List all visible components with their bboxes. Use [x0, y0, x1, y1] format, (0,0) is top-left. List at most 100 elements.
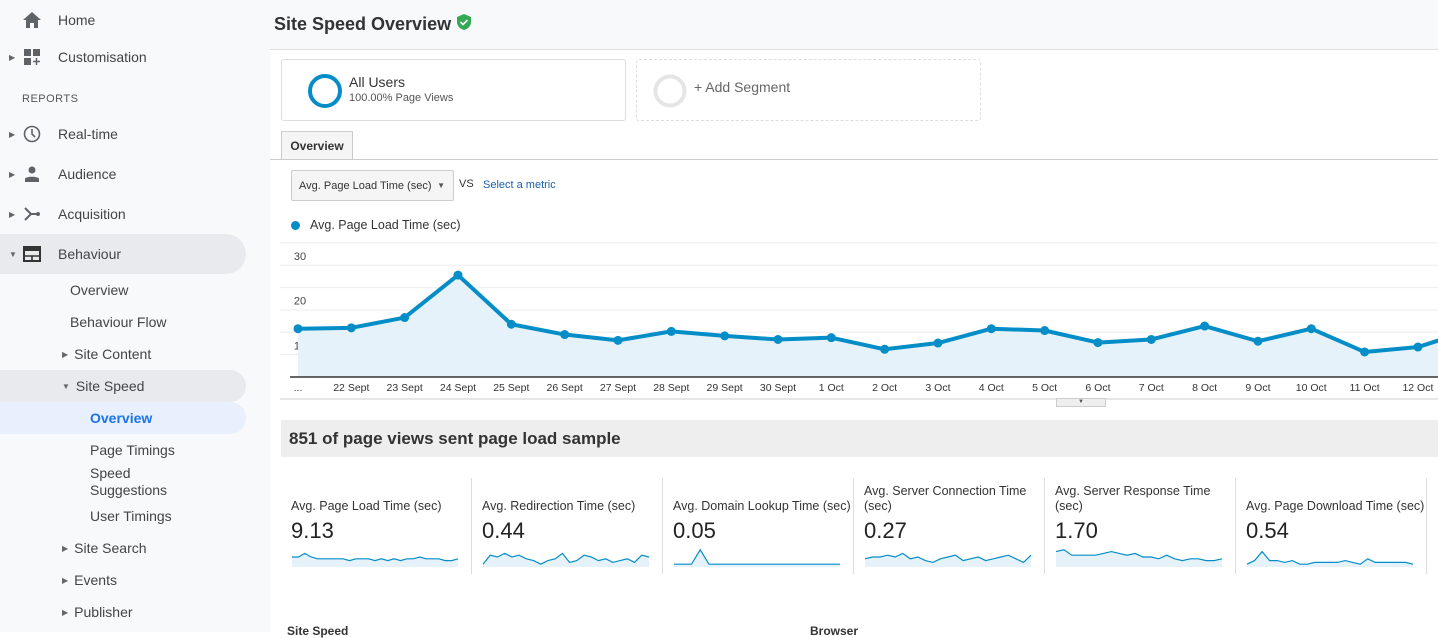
x-tick-label: 4 Oct	[979, 382, 1004, 394]
sidebar-item-speed-suggestions[interactable]: Speed Suggestions	[0, 465, 180, 498]
x-tick-label: 23 Sept	[387, 382, 423, 394]
sidebar-item-home[interactable]: Home	[0, 0, 246, 40]
sidebar-item-behaviour-overview[interactable]: Overview	[0, 274, 246, 306]
expand-arrow-icon: ▶	[62, 349, 69, 359]
metric-select[interactable]: Avg. Page Load Time (sec) ▼	[291, 170, 454, 201]
sidebar-item-events[interactable]: ▶ Events	[0, 564, 246, 596]
data-point	[453, 270, 463, 280]
x-tick-label: 2 Oct	[872, 382, 897, 394]
sparkline	[1055, 549, 1223, 567]
sparkline	[864, 552, 1032, 567]
clock-icon	[22, 124, 42, 144]
data-point	[1146, 334, 1156, 344]
sidebar: Home ▶ Customisation REPORTS ▶ Real-time…	[0, 0, 270, 632]
sidebar-item-site-content[interactable]: ▶ Site Content	[0, 338, 246, 370]
sidebar-item-site-speed[interactable]: ▼ Site Speed	[0, 370, 246, 402]
sparkline	[482, 552, 650, 567]
x-tick-label: 6 Oct	[1085, 382, 1110, 394]
x-tick-label: 22 Sept	[333, 382, 369, 394]
x-tick-label: ...	[294, 382, 303, 394]
tab-divider	[270, 159, 1438, 160]
expand-arrow-icon: ▶	[9, 52, 16, 62]
sidebar-item-publisher[interactable]: ▶ Publisher	[0, 596, 246, 628]
expand-arrow-icon: ▶	[62, 607, 69, 617]
data-point	[666, 326, 676, 336]
data-point	[720, 331, 730, 341]
sidebar-item-behaviour-flow[interactable]: Behaviour Flow	[0, 306, 246, 338]
sparkline	[292, 552, 459, 567]
legend-dot-icon	[291, 220, 300, 230]
sparkline	[674, 548, 840, 567]
segment-circle-icon	[653, 74, 687, 108]
behaviour-icon	[22, 244, 42, 264]
expand-arrow-icon: ▶	[9, 209, 16, 219]
home-icon	[22, 10, 42, 30]
metric-title: Avg. Page Download Time (sec)	[1246, 499, 1425, 513]
sidebar-item-site-search[interactable]: ▶ Site Search	[0, 532, 246, 564]
data-point	[506, 319, 516, 329]
data-point	[986, 324, 996, 334]
metric-title: Avg. Redirection Time (sec)	[482, 499, 636, 513]
x-tick-label: 28 Sept	[653, 382, 689, 394]
sidebar-item-acquisition[interactable]: ▶ Acquisition	[0, 194, 246, 234]
line-chart: 302010...22 Sept23 Sept24 Sept25 Sept26 …	[280, 242, 1438, 400]
y-tick-label: 30	[294, 251, 306, 263]
metric-card[interactable]: Avg. Page Download Time (sec) 0.54	[1236, 478, 1427, 574]
sidebar-item-site-speed-overview[interactable]: Overview	[0, 402, 246, 434]
metric-value: 1.70	[1055, 518, 1098, 543]
collapse-arrow-icon: ▼	[9, 249, 17, 259]
tab-overview[interactable]: Overview	[281, 131, 353, 160]
y-tick-label: 20	[294, 296, 306, 308]
reports-heading: REPORTS	[22, 93, 79, 105]
person-icon	[22, 164, 42, 184]
metric-card[interactable]: Avg. Page Load Time (sec) 9.13	[281, 478, 472, 574]
collapse-arrow-icon: ▼	[62, 381, 70, 391]
page-title: Site Speed Overview	[274, 14, 452, 34]
vs-label: VS	[459, 178, 474, 190]
sparkline-area	[1247, 551, 1413, 567]
sidebar-item-behaviour[interactable]: ▼ Behaviour	[0, 234, 246, 274]
data-point	[773, 334, 783, 344]
site-speed-heading: Site Speed	[287, 624, 349, 638]
x-tick-label: 8 Oct	[1192, 382, 1217, 394]
chart-legend: Avg. Page Load Time (sec)	[291, 218, 461, 232]
browser-heading: Browser	[810, 624, 859, 638]
data-point	[293, 324, 303, 334]
sidebar-item-user-timings[interactable]: User Timings	[0, 500, 246, 532]
data-point	[346, 323, 356, 333]
metric-value: 0.44	[482, 518, 525, 543]
sidebar-item-customisation[interactable]: ▶ Customisation	[0, 37, 246, 77]
x-tick-label: 25 Sept	[493, 382, 529, 394]
data-point	[1200, 321, 1210, 331]
chart-resize-handle[interactable]: ▼	[1056, 398, 1106, 407]
select-metric-link[interactable]: Select a metric	[483, 179, 556, 191]
data-point	[1040, 326, 1050, 336]
add-segment-button[interactable]: + Add Segment	[636, 59, 981, 121]
segment-all-users[interactable]: All Users 100.00% Page Views	[281, 59, 626, 121]
x-tick-label: 5 Oct	[1032, 382, 1057, 394]
data-point	[1093, 338, 1103, 348]
sample-title: 851 of page views sent page load sample	[281, 420, 1438, 457]
x-tick-label: 1 Oct	[819, 382, 844, 394]
metric-card[interactable]: Avg. Server Connection Time (sec) 0.27	[854, 478, 1045, 574]
sidebar-item-audience[interactable]: ▶ Audience	[0, 154, 246, 194]
data-point	[400, 313, 410, 323]
data-point	[933, 338, 943, 348]
page-header: Site Speed Overview	[270, 0, 1438, 50]
data-point	[613, 335, 623, 345]
data-point	[880, 344, 890, 354]
sidebar-item-page-timings[interactable]: Page Timings	[0, 434, 246, 466]
x-tick-label: 9 Oct	[1245, 382, 1270, 394]
data-point	[1360, 347, 1370, 357]
sidebar-item-realtime[interactable]: ▶ Real-time	[0, 114, 246, 154]
metric-title: Avg. Server Connection Time (sec)	[864, 484, 1027, 513]
metric-card[interactable]: Avg. Domain Lookup Time (sec) 0.05	[663, 478, 854, 574]
x-tick-label: 11 Oct	[1350, 382, 1380, 394]
expand-arrow-icon: ▶	[9, 169, 16, 179]
area-fill	[298, 275, 1438, 377]
metric-card[interactable]: Avg. Redirection Time (sec) 0.44	[472, 478, 663, 574]
x-tick-label: 27 Sept	[600, 382, 636, 394]
segment-circle-icon	[308, 74, 342, 108]
data-point	[826, 333, 836, 343]
metric-card[interactable]: Avg. Server Response Time (sec) 1.70	[1045, 478, 1236, 574]
